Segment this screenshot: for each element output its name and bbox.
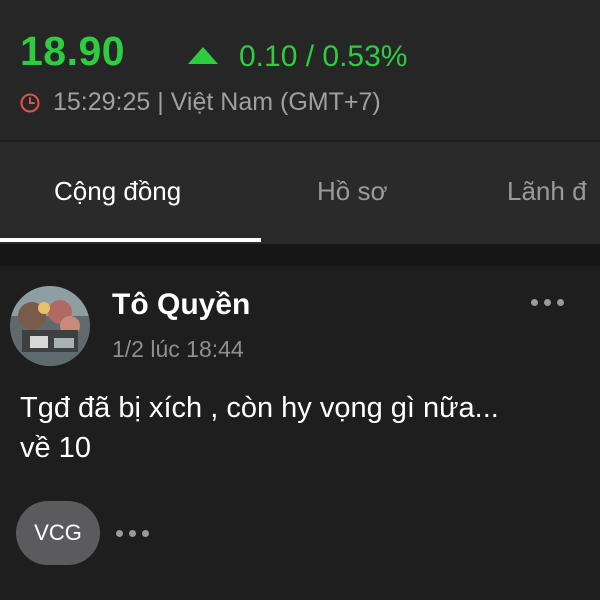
author-name[interactable]: Tô Quyền xyxy=(112,288,250,322)
post-card: Tô Quyền 1/2 lúc 18:44 Tgđ đã bị xích , … xyxy=(0,266,600,600)
quote-time-row: 15:29:25 | Việt Nam (GMT+7) xyxy=(20,88,381,117)
clock-icon xyxy=(20,93,40,113)
more-horizontal-icon[interactable] xyxy=(531,290,575,314)
section-divider xyxy=(0,244,600,266)
tab-leadership[interactable]: Lãnh đ xyxy=(507,176,587,207)
avatar[interactable] xyxy=(10,286,90,366)
current-price: 18.90 xyxy=(20,28,126,74)
tab-profile[interactable]: Hồ sơ xyxy=(317,176,388,207)
post-content-line-1: Tgđ đã bị xích , còn hy vọng gì nữa... xyxy=(20,392,499,424)
tab-bar: Cộng đồng Hồ sơ Lãnh đ xyxy=(0,142,600,244)
active-tab-indicator xyxy=(0,238,261,242)
ticker-tag[interactable]: VCG xyxy=(16,501,100,565)
price-change: 0.10 / 0.53% xyxy=(188,40,407,74)
app-screen: 18.90 0.10 / 0.53% 15:29:25 | Việt Nam (… xyxy=(0,0,600,600)
tab-community[interactable]: Cộng đồng xyxy=(54,176,181,207)
price-change-value: 0.10 / 0.53% xyxy=(239,40,408,73)
post-timestamp: 1/2 lúc 18:44 xyxy=(112,336,244,362)
triangle-up-icon xyxy=(188,47,218,64)
post-content: Tgđ đã bị xích , còn hy vọng gì nữa... v… xyxy=(20,388,590,468)
more-actions-icon[interactable] xyxy=(116,521,160,545)
post-content-line-2: về 10 xyxy=(20,432,91,464)
price-header: 18.90 0.10 / 0.53% 15:29:25 | Việt Nam (… xyxy=(0,0,600,140)
quote-time: 15:29:25 | Việt Nam (GMT+7) xyxy=(53,88,381,116)
